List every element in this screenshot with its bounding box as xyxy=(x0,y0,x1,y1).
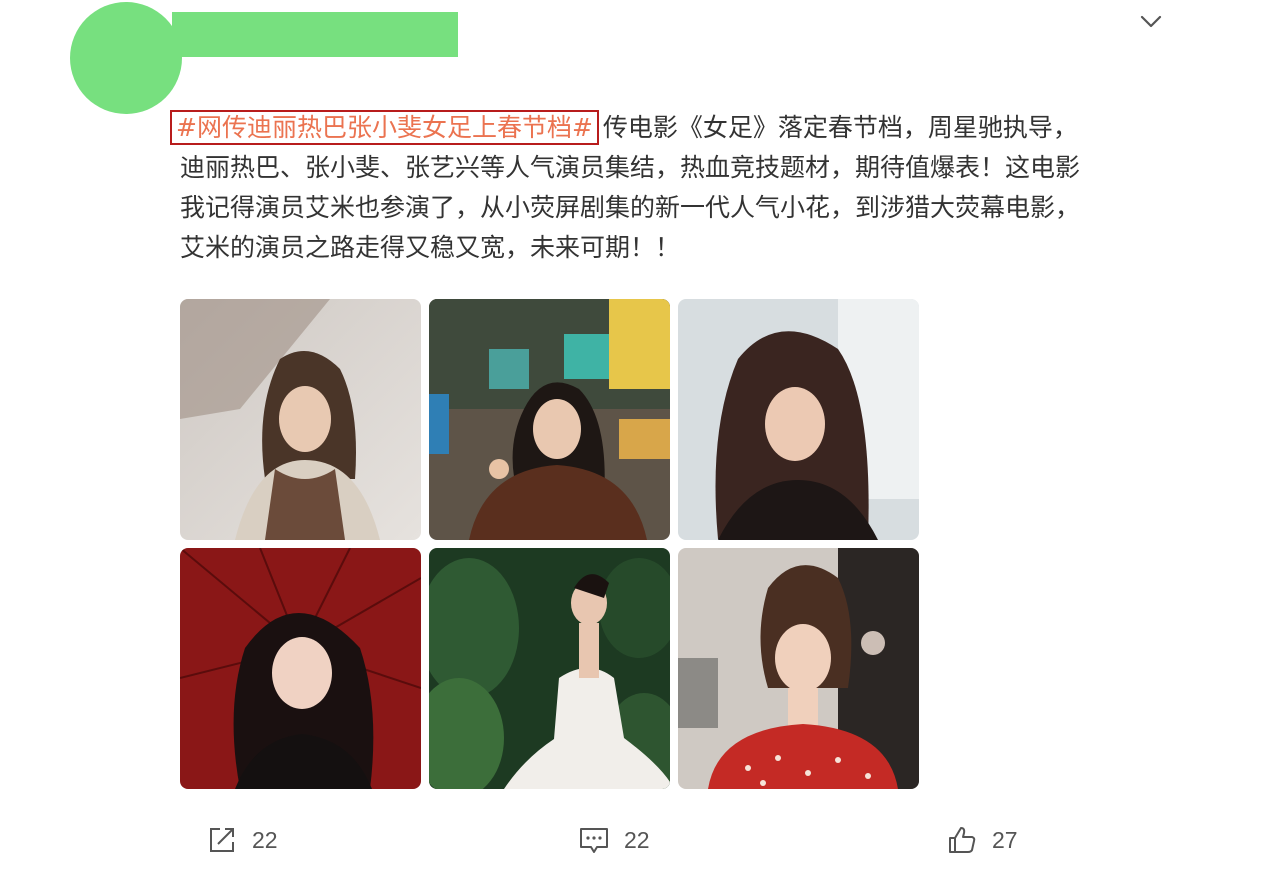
post-line-4: 艾米的演员之路走得又稳又宽，未来可期！！ xyxy=(180,233,681,262)
photo-thumbnail-1[interactable] xyxy=(180,299,421,540)
action-bar: 22 22 27 xyxy=(0,820,1266,860)
thumbs-up-icon xyxy=(949,827,976,853)
share-button[interactable]: 22 xyxy=(206,820,278,860)
comment-count: 22 xyxy=(624,826,650,853)
post-line-2: 迪丽热巴、张小斐、张艺兴等人气演员集结，热血竞技题材，期待值爆表！这电影 xyxy=(180,153,1081,182)
username-redacted[interactable] xyxy=(172,12,458,57)
comment-button[interactable]: 22 xyxy=(578,820,650,860)
photo-thumbnail-5[interactable] xyxy=(429,548,670,789)
chevron-down-icon xyxy=(1140,15,1162,28)
photo-thumbnail-4[interactable] xyxy=(180,548,421,789)
share-count: 22 xyxy=(252,826,278,853)
avatar-redacted[interactable] xyxy=(70,2,182,114)
like-count: 27 xyxy=(992,826,1018,853)
post-line-1: #网传迪丽热巴张小斐女足上春节档# 传电影《女足》落定春节档，周星驰执导， xyxy=(170,108,1180,148)
photo-thumbnail-3[interactable] xyxy=(678,299,919,540)
photo-thumbnail-6[interactable] xyxy=(678,548,919,789)
like-button[interactable]: 27 xyxy=(946,820,1018,860)
topic-hashtag-link[interactable]: #网传迪丽热巴张小斐女足上春节档# xyxy=(170,110,599,145)
more-options-button[interactable] xyxy=(1138,10,1164,32)
post-line-text: 传电影《女足》落定春节档，周星驰执导， xyxy=(602,113,1078,142)
post-text: #网传迪丽热巴张小斐女足上春节档# 传电影《女足》落定春节档，周星驰执导， 迪丽热… xyxy=(170,108,1180,268)
post-line-3: 我记得演员艾米也参演了，从小荧屏剧集的新一代人气小花，到涉猎大荧幕电影， xyxy=(180,193,1081,222)
comment-icon xyxy=(580,828,608,853)
photo-thumbnail-2[interactable] xyxy=(429,299,670,540)
photo-grid xyxy=(180,299,920,789)
share-icon xyxy=(210,828,234,852)
